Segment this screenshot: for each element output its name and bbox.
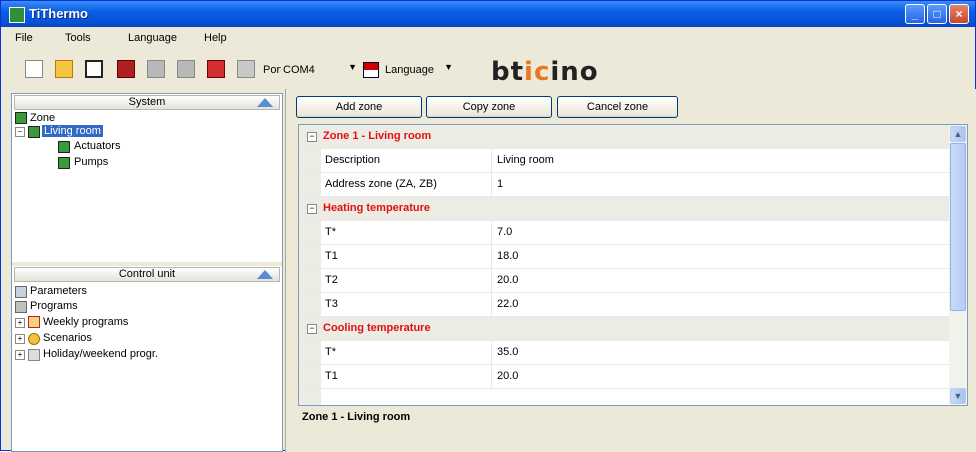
collapse-icon[interactable] — [257, 270, 273, 279]
open-folder-icon[interactable] — [55, 60, 73, 78]
document-icon[interactable] — [237, 60, 255, 78]
flag-icon — [363, 62, 379, 78]
property-row-heating-t3[interactable]: T3 22.0 — [299, 293, 949, 317]
property-row-address[interactable]: Address zone (ZA, ZB) 1 — [299, 173, 949, 197]
language-combo[interactable]: Language ▼ — [363, 60, 455, 80]
property-value[interactable]: 20.0 — [497, 365, 518, 388]
property-row-cooling-tstar[interactable]: T* 35.0 — [299, 341, 949, 365]
property-name: T1 — [321, 245, 492, 268]
menu-bar: File Tools Language Help — [1, 28, 975, 48]
programs-icon — [15, 301, 27, 313]
upload-icon[interactable] — [177, 60, 195, 78]
chevron-down-icon: ▼ — [444, 62, 453, 72]
property-value[interactable]: 1 — [497, 173, 503, 196]
menu-language[interactable]: Language — [128, 32, 177, 44]
tools-icon[interactable] — [207, 60, 225, 78]
menu-tools[interactable]: Tools — [65, 32, 91, 44]
property-name: T1 — [321, 365, 492, 388]
actuator-icon — [58, 141, 70, 153]
property-row-cooling-t1[interactable]: T1 20.0 — [299, 365, 949, 389]
property-value[interactable]: 35.0 — [497, 341, 518, 364]
parameters-icon — [15, 286, 27, 298]
scroll-down-icon[interactable]: ▼ — [950, 388, 966, 404]
left-pane: System Zone − Living room Actuators Pump… — [11, 93, 283, 452]
zone-icon — [15, 112, 27, 124]
category-title: Heating temperature — [323, 202, 430, 214]
category-row-heating[interactable]: − Heating temperature — [299, 197, 949, 221]
property-row-description[interactable]: Description Living room — [299, 149, 949, 173]
collapse-category-icon[interactable]: − — [307, 132, 317, 142]
category-title: Zone 1 - Living room — [323, 130, 432, 142]
panel-divider[interactable] — [12, 262, 282, 266]
port-value: COM4 — [283, 64, 315, 76]
toolbar: Port COM4 ▼ Language ▼ bticino — [1, 52, 975, 88]
vertical-scrollbar[interactable]: ▲ ▼ — [949, 125, 967, 405]
new-file-icon[interactable] — [25, 60, 43, 78]
right-pane: Add zone Copy zone Cancel zone − Zone 1 … — [285, 89, 976, 452]
property-value[interactable]: 7.0 — [497, 221, 512, 244]
window-title: TiThermo — [29, 6, 88, 21]
port-combo[interactable]: COM4 ▼ — [281, 60, 359, 80]
scroll-thumb[interactable] — [950, 143, 966, 311]
system-panel-header[interactable]: System — [14, 95, 280, 110]
scroll-up-icon[interactable]: ▲ — [950, 126, 966, 142]
collapse-category-icon[interactable]: − — [307, 204, 317, 214]
pump-icon — [58, 157, 70, 169]
category-row-zone[interactable]: − Zone 1 - Living room — [299, 125, 949, 149]
property-value[interactable]: Living room — [497, 149, 554, 172]
menu-help[interactable]: Help — [204, 32, 227, 44]
copy-zone-button[interactable]: Copy zone — [426, 96, 552, 118]
expand-node-icon[interactable]: + — [15, 350, 25, 360]
control-header-label: Control unit — [118, 268, 176, 280]
language-value: Language — [385, 64, 434, 76]
calendar-icon — [28, 316, 40, 328]
close-button[interactable]: × — [949, 4, 969, 24]
property-value[interactable]: 20.0 — [497, 269, 518, 292]
category-title: Cooling temperature — [323, 322, 431, 334]
delete-icon[interactable] — [117, 60, 135, 78]
maximize-button[interactable]: □ — [927, 4, 947, 24]
property-value[interactable]: 18.0 — [497, 245, 518, 268]
property-row-heating-t2[interactable]: T2 20.0 — [299, 269, 949, 293]
title-bar[interactable]: TiThermo _ □ × — [1, 1, 975, 27]
save-icon[interactable] — [85, 60, 103, 78]
property-name: T* — [321, 341, 492, 364]
property-grid: − Zone 1 - Living room Description Livin… — [298, 124, 968, 406]
description-box: Zone 1 - Living room — [298, 409, 968, 446]
download-icon[interactable] — [147, 60, 165, 78]
property-row-heating-t1[interactable]: T1 18.0 — [299, 245, 949, 269]
property-name: T* — [321, 221, 492, 244]
system-header-label: System — [128, 96, 166, 108]
collapse-icon[interactable] — [257, 98, 273, 107]
add-zone-button[interactable]: Add zone — [296, 96, 422, 118]
expand-node-icon[interactable]: + — [15, 318, 25, 328]
holiday-icon — [28, 349, 40, 361]
app-icon — [9, 7, 25, 23]
property-value[interactable]: 22.0 — [497, 293, 518, 316]
property-name: Address zone (ZA, ZB) — [321, 173, 492, 196]
category-row-cooling[interactable]: − Cooling temperature — [299, 317, 949, 341]
scenario-icon — [28, 333, 40, 345]
brand-logo: bticino — [491, 57, 599, 87]
description-title: Zone 1 - Living room — [302, 411, 411, 423]
chevron-down-icon: ▼ — [348, 62, 357, 72]
menu-file[interactable]: File — [15, 32, 33, 44]
property-name: Description — [321, 149, 492, 172]
property-name: T2 — [321, 269, 492, 292]
minimize-button[interactable]: _ — [905, 4, 925, 24]
control-panel-header[interactable]: Control unit — [14, 267, 280, 282]
property-row-heating-tstar[interactable]: T* 7.0 — [299, 221, 949, 245]
cancel-zone-button[interactable]: Cancel zone — [557, 96, 678, 118]
tree-item-living-room[interactable]: − Living room — [15, 125, 125, 139]
collapse-category-icon[interactable]: − — [307, 324, 317, 334]
zone-icon — [28, 126, 40, 138]
collapse-node-icon[interactable]: − — [15, 127, 25, 137]
app-window: TiThermo _ □ × File Tools Language Help … — [0, 0, 976, 452]
expand-node-icon[interactable]: + — [15, 334, 25, 344]
property-name: T3 — [321, 293, 492, 316]
